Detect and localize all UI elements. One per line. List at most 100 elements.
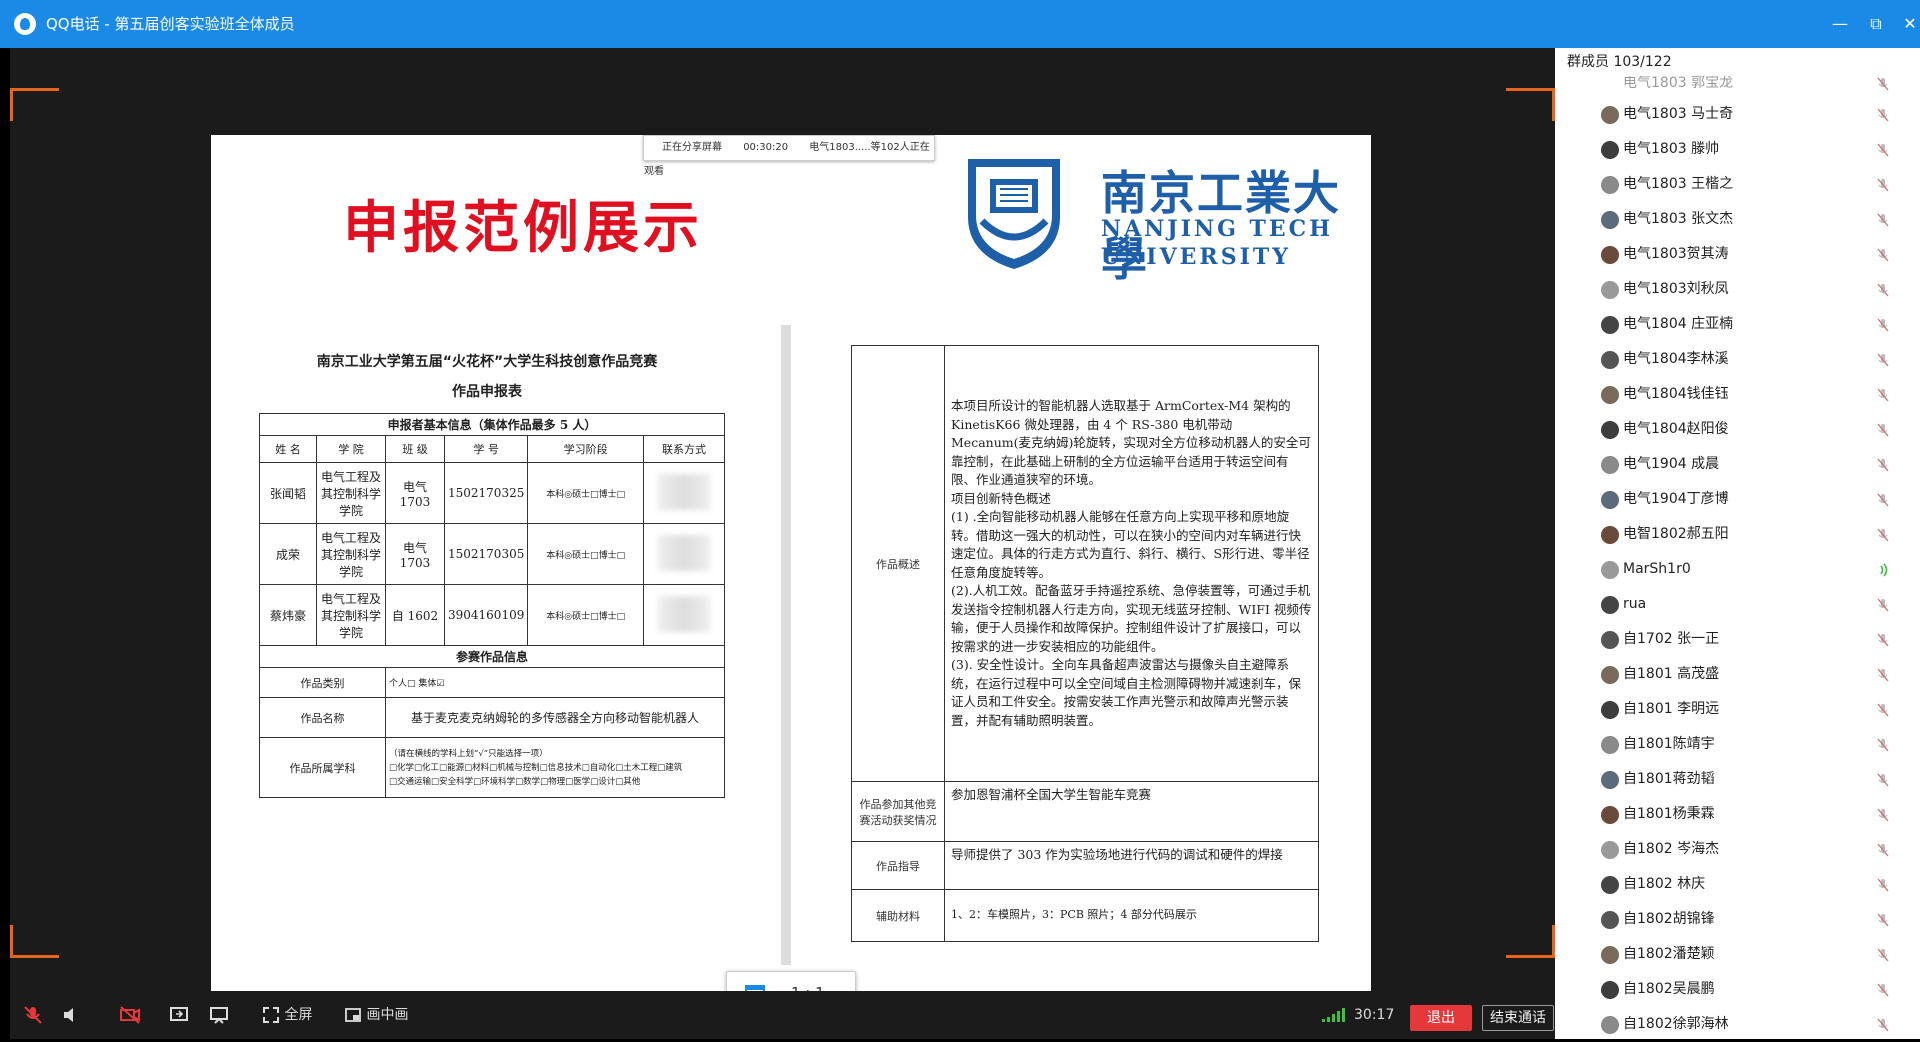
fullscreen-label: 全屏 — [284, 1007, 313, 1023]
mic-muted-icon — [1877, 598, 1889, 612]
screen-share-view[interactable]: 正在分享屏幕 00:30:20 电气1803.....等102人正在观看 申报范… — [10, 48, 1555, 1015]
member-row[interactable]: 自1801 李明远 — [1555, 692, 1920, 727]
fullscreen-button[interactable]: 全屏 — [262, 991, 312, 1039]
cell-college: 电气工程及其控制科学学院 — [316, 523, 386, 585]
screen-share-icon[interactable] — [168, 991, 190, 1039]
table-row: 蔡炜豪 电气工程及其控制科学学院 自 1602 3904160109 本科◎硕士… — [259, 584, 725, 646]
member-row[interactable]: rua — [1555, 587, 1920, 622]
member-row[interactable]: 电气1803 王楷之 — [1555, 167, 1920, 202]
member-row[interactable]: 电智1802郝五阳 — [1555, 517, 1920, 552]
table-row: 张闻韬 电气工程及其控制科学学院 电气1703 1502170325 本科◎硕士… — [259, 462, 725, 524]
member-row[interactable]: 电气1804钱佳钰 — [1555, 377, 1920, 412]
other-competition-label: 作品参加其他竞赛活动获奖情况 — [851, 781, 945, 842]
member-sidebar: 群成员 103/122 电气1803 郭宝龙 电气1803 马士奇 电气1803 滕… — [1555, 48, 1920, 1039]
member-row[interactable]: 自1802潘楚颖 — [1555, 937, 1920, 972]
table-row: 成荣 电气工程及其控制科学学院 电气1703 1502170305 本科◎硕士□… — [259, 523, 725, 585]
section-work-info: 参赛作品信息 — [259, 645, 725, 668]
avatar — [1601, 1016, 1619, 1034]
cell-college: 电气工程及其控制科学学院 — [316, 584, 386, 646]
signal-strength-icon — [1322, 991, 1346, 1039]
member-list[interactable]: 电气1803 郭宝龙 电气1803 马士奇 电气1803 滕帅 电气1803 王楷之电… — [1555, 76, 1920, 1042]
table-header-row: 姓 名 学 院 班 级 学 号 学习阶段 联系方式 — [259, 435, 725, 463]
minimize-icon[interactable]: — — [1828, 12, 1852, 36]
avatar — [1601, 211, 1619, 229]
avatar — [1601, 666, 1619, 684]
cell-college: 电气工程及其控制科学学院 — [316, 462, 386, 524]
member-row[interactable]: 电气1803 马士奇 — [1555, 97, 1920, 132]
member-name: 自1802 林庆 — [1623, 876, 1706, 892]
cell-name: 成荣 — [259, 523, 317, 585]
overview-paragraph: (3). 安全性设计。全向车具备超声波雷达与摄像头自主避障系统，在运行过程中可以… — [951, 657, 1302, 728]
member-row[interactable]: 电气1803 郭宝龙 — [1555, 76, 1920, 97]
member-row[interactable]: 自1802 林庆 — [1555, 867, 1920, 902]
member-row[interactable]: 电气1804李林溪 — [1555, 342, 1920, 377]
avatar — [1601, 281, 1619, 299]
col-header: 学习阶段 — [527, 435, 644, 463]
member-name: 电气1803 郭宝龙 — [1623, 76, 1734, 88]
mic-muted-icon — [1877, 1018, 1889, 1032]
member-name: 电气1804钱佳钰 — [1623, 386, 1729, 402]
subject-options: （请在横线的学科上划“√”只能选择一项） □化学□化工□能源□材料□机械与控制□… — [385, 737, 725, 798]
member-row[interactable]: 自1802胡锦锋 — [1555, 902, 1920, 937]
mic-muted-icon — [1877, 388, 1889, 402]
member-row[interactable]: 电气1803贺其涛 — [1555, 237, 1920, 272]
avatar — [1601, 806, 1619, 824]
member-row[interactable]: 电气1904丁彦博 — [1555, 482, 1920, 517]
overview-paragraph: (2).人机工效。配备蓝牙手持遥控系统、急停装置等，可通过手机发送指令控制机器人… — [951, 583, 1312, 654]
member-row[interactable]: 电气1803刘秋凤 — [1555, 272, 1920, 307]
mic-muted-icon[interactable] — [22, 991, 44, 1039]
applicant-table: 申报者基本信息（集体作品最多 5 人） 姓 名 学 院 班 级 学 号 学习阶段… — [259, 413, 725, 798]
col-header: 学 号 — [443, 435, 529, 463]
member-row[interactable]: 自1801陈靖宇 — [1555, 727, 1920, 762]
member-row[interactable]: 自1802 岑海杰 — [1555, 832, 1920, 867]
other-competition-value: 参加恩智浦杯全国大学生智能车竞赛 — [944, 781, 1319, 842]
restore-icon[interactable]: ⧉ — [1864, 12, 1888, 36]
cell-id: 3904160109 — [443, 584, 529, 646]
mic-muted-icon — [1877, 178, 1889, 192]
member-name: 自1801 李明远 — [1623, 701, 1720, 717]
cell-contact-blurred — [643, 523, 725, 585]
member-row[interactable]: MarSh1r0 — [1555, 552, 1920, 587]
qq-call-logo-icon — [14, 13, 36, 35]
cell-stage: 本科◎硕士□博士□ — [527, 462, 644, 524]
university-name-en: NANJING TECH UNIVERSITY — [1101, 215, 1333, 271]
corner-marker — [1506, 925, 1555, 958]
member-row[interactable]: 自1702 张一正 — [1555, 622, 1920, 657]
member-row[interactable]: 电气1804赵阳俊 — [1555, 412, 1920, 447]
member-row[interactable]: 电气1803 滕帅 — [1555, 132, 1920, 167]
end-call-button[interactable]: 结束通话 — [1482, 1005, 1554, 1031]
member-row[interactable]: 电气1804 庄亚楠 — [1555, 307, 1920, 342]
speaker-icon[interactable] — [60, 991, 82, 1039]
mic-muted-icon — [1877, 318, 1889, 332]
member-row[interactable]: 自1801蒋劲韬 — [1555, 762, 1920, 797]
table-row: 作品名称 基于麦克麦克纳姆轮的多传感器全方向移动智能机器人 — [259, 697, 725, 738]
subject-line: □化学□化工□能源□材料□机械与控制□信息技术□自动化□土木工程□建筑 — [389, 762, 683, 773]
cell-class: 自 1602 — [385, 584, 445, 646]
member-row[interactable]: 自1801 高茂盛 — [1555, 657, 1920, 692]
subject-label: 作品所属学科 — [259, 737, 386, 798]
mic-muted-icon — [1877, 878, 1889, 892]
member-row[interactable]: 自1802吴晨鹏 — [1555, 972, 1920, 1007]
col-header: 学 院 — [316, 435, 386, 463]
slide-title: 申报范例展示 — [343, 195, 703, 261]
avatar — [1601, 176, 1619, 194]
member-name: rua — [1623, 596, 1647, 612]
aux-material-label: 辅助材料 — [851, 889, 945, 942]
form-heading: 南京工业大学第五届“火花杯”大学生科技创意作品竞赛 — [316, 354, 658, 370]
whiteboard-icon[interactable] — [208, 991, 230, 1039]
guidance-value: 导师提供了 303 作为实验场地进行代码的调试和硬件的焊接 — [944, 841, 1319, 890]
col-header: 姓 名 — [259, 435, 317, 463]
picture-in-picture-button[interactable]: 画中画 — [344, 991, 408, 1039]
mic-muted-icon — [1877, 213, 1889, 227]
avatar — [1601, 631, 1619, 649]
mic-muted-icon — [1877, 738, 1889, 752]
close-icon[interactable]: ✕ — [1898, 12, 1920, 36]
member-row[interactable]: 电气1803 张文杰 — [1555, 202, 1920, 237]
corner-marker — [10, 88, 59, 121]
member-row[interactable]: 自1802徐郭海林 — [1555, 1007, 1920, 1042]
member-name: 电气1804赵阳俊 — [1623, 421, 1729, 437]
exit-button[interactable]: 退出 — [1410, 1005, 1472, 1031]
member-row[interactable]: 自1801杨秉霖 — [1555, 797, 1920, 832]
camera-off-icon[interactable] — [118, 991, 142, 1039]
member-row[interactable]: 电气1904 成晨 — [1555, 447, 1920, 482]
